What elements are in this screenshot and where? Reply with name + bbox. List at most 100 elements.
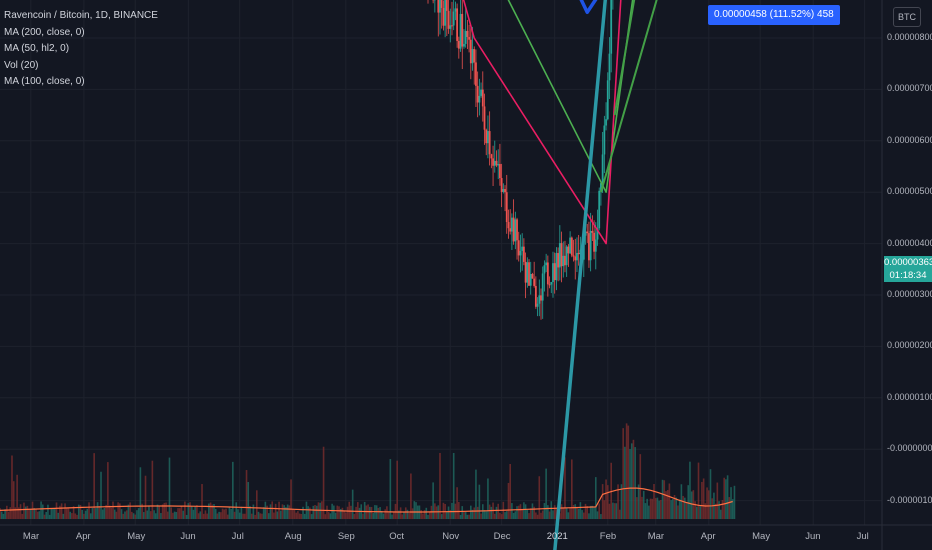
volume-bar <box>399 507 402 519</box>
currency-button[interactable]: BTC <box>893 7 921 27</box>
volume-bar <box>391 514 393 519</box>
volume-bar <box>538 476 541 519</box>
candle-body <box>608 53 611 81</box>
volume-bar <box>350 505 352 519</box>
volume-bar <box>100 471 102 519</box>
volume-bar <box>684 497 686 519</box>
volume-bar <box>64 503 66 519</box>
volume-bar <box>660 500 662 519</box>
volume-bar <box>194 506 196 519</box>
candle-body <box>516 219 518 241</box>
volume-bar <box>470 505 472 519</box>
y-tick-label: 0.00000100 <box>887 391 932 402</box>
volume-bar <box>697 462 700 519</box>
x-tick-label: Dec <box>493 531 511 542</box>
volume-bar <box>43 514 46 519</box>
candle-body <box>536 303 539 307</box>
volume-bar <box>161 504 164 519</box>
volume-bar <box>115 511 118 519</box>
volume-bar <box>220 512 222 519</box>
volume-bar <box>12 481 15 519</box>
volume-bar <box>343 510 345 519</box>
candle-body <box>502 189 505 192</box>
volume-bar <box>427 514 429 519</box>
volume-bar <box>324 514 327 519</box>
volume-bar <box>603 500 606 519</box>
volume-bar <box>86 508 89 519</box>
volume-bar <box>694 501 696 519</box>
volume-bar <box>163 502 166 519</box>
volume-bar <box>613 503 616 519</box>
candle-body <box>562 255 565 267</box>
volume-bar <box>452 452 455 519</box>
volume-bar <box>458 502 460 519</box>
volume-bar <box>605 479 607 519</box>
volume-bar <box>576 507 578 519</box>
volume-bar <box>276 511 279 519</box>
volume-bar <box>516 506 518 519</box>
volume-bar <box>442 502 445 519</box>
volume-bar <box>125 510 128 519</box>
candle-body <box>574 256 577 261</box>
volume-bar <box>136 510 138 519</box>
volume-bar <box>351 489 354 519</box>
volume-bar <box>137 508 140 519</box>
volume-bar <box>524 504 527 519</box>
volume-bar <box>485 511 488 519</box>
indicator-ma100[interactable]: MA (100, close, 0) <box>4 74 158 91</box>
volume-bar <box>529 508 532 519</box>
x-tick-label: Apr <box>75 531 91 542</box>
volume-bar <box>256 490 258 519</box>
volume-bar <box>331 503 333 519</box>
volume-bar <box>153 510 155 519</box>
candle-body <box>439 0 441 13</box>
volume-bar <box>678 499 681 519</box>
volume-bar <box>283 505 285 519</box>
volume-bar <box>235 502 238 519</box>
volume-bar <box>716 482 719 519</box>
volume-bar <box>392 512 395 519</box>
volume-bar <box>685 502 688 519</box>
volume-bar <box>488 504 491 519</box>
volume-bar <box>26 505 29 519</box>
candle-body <box>550 282 553 285</box>
volume-bar <box>709 469 712 519</box>
x-tick-label: Jun <box>180 531 196 542</box>
volume-bar <box>584 503 587 519</box>
volume-bar <box>307 506 309 519</box>
volume-bar <box>98 506 101 519</box>
volume-bar <box>464 511 467 519</box>
candle-body <box>447 10 450 29</box>
volume-bar <box>519 504 522 519</box>
y-tick-label: -0.00000000 <box>887 443 932 454</box>
candle-body <box>605 119 607 126</box>
candle-body <box>521 246 524 251</box>
volume-bar <box>690 491 693 519</box>
indicator-vol[interactable]: Vol (20) <box>4 58 158 75</box>
volume-bar <box>173 511 176 519</box>
volume-bar <box>60 503 63 519</box>
volume-bar <box>396 460 398 519</box>
volume-bar <box>175 511 178 519</box>
volume-bar <box>300 514 303 519</box>
volume-bar <box>166 511 169 519</box>
volume-bar <box>122 513 125 519</box>
volume-bar <box>267 513 270 519</box>
indicator-ma50[interactable]: MA (50, hl2, 0) <box>4 41 158 58</box>
volume-bar <box>232 461 234 519</box>
volume-bar <box>223 509 226 519</box>
volume-bar <box>389 459 392 519</box>
volume-bar <box>271 501 274 519</box>
indicator-ma200[interactable]: MA (200, close, 0) <box>4 25 158 42</box>
volume-bar <box>281 504 284 519</box>
volume-bar <box>209 502 212 519</box>
volume-bar <box>728 497 731 519</box>
volume-bar <box>77 504 80 519</box>
volume-bar <box>379 507 381 519</box>
volume-bar <box>658 500 660 519</box>
volume-bar <box>338 506 340 519</box>
volume-bar <box>588 513 590 519</box>
volume-bar <box>552 510 554 519</box>
volume-bar <box>699 505 702 519</box>
volume-bar <box>208 503 210 519</box>
